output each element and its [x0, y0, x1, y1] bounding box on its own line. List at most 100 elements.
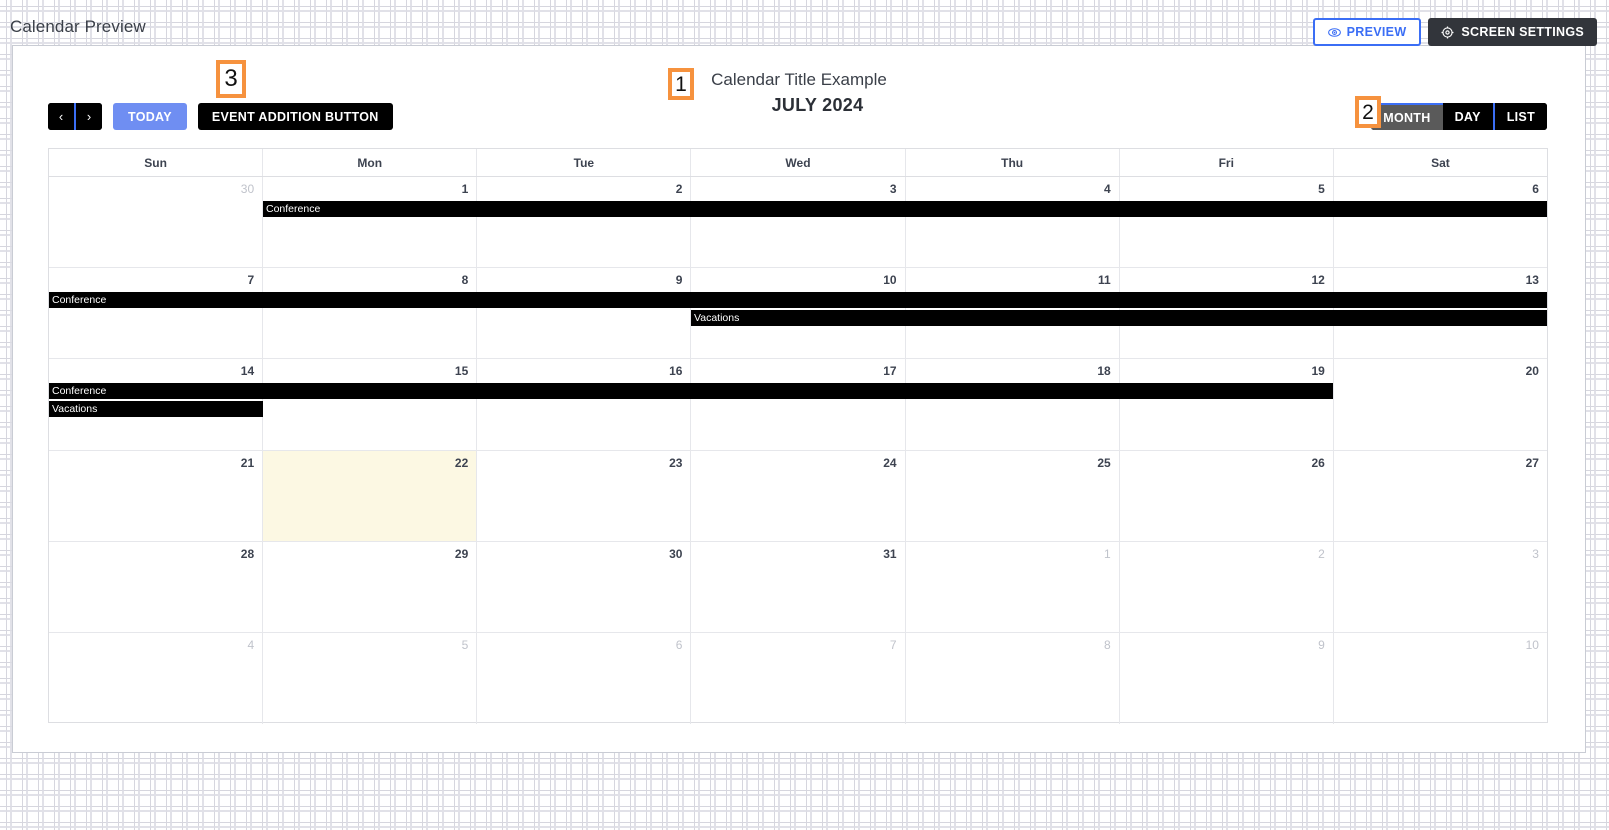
calendar-day-number: 26: [1311, 455, 1325, 470]
today-button-label: TODAY: [128, 109, 172, 124]
calendar-day-cell[interactable]: 22: [262, 450, 477, 541]
calendar-day-cell[interactable]: 3: [690, 177, 904, 268]
calendar-day-cell[interactable]: 24: [690, 450, 904, 541]
calendar-day-number: 5: [1318, 182, 1325, 196]
annotation-badge-2: 2: [1355, 96, 1381, 128]
calendar-day-number: 6: [675, 637, 683, 652]
calendar-day-cell[interactable]: 1: [904, 541, 1119, 632]
calendar-week-row: 7 8 9 10 11 12 13 Conference Vacations: [49, 268, 1547, 360]
calendar-day-cell[interactable]: 7: [49, 268, 262, 358]
calendar-day-number: 6: [1532, 182, 1539, 196]
chevron-right-icon: ›: [86, 109, 92, 124]
next-month-button[interactable]: ›: [76, 103, 102, 130]
calendar-day-cell[interactable]: 31: [690, 541, 904, 632]
today-button[interactable]: TODAY: [113, 103, 187, 130]
annotation-badge-3-label: 3: [224, 65, 238, 92]
calendar-day-cell[interactable]: 2: [1118, 541, 1333, 632]
calendar-day-cell[interactable]: 5: [1118, 177, 1333, 268]
calendar-day-cell[interactable]: 3: [1332, 541, 1547, 632]
calendar-day-cell[interactable]: 23: [476, 450, 690, 541]
calendar-day-cell[interactable]: 30: [476, 541, 690, 632]
calendar-preview-card: ‹ › TODAY EVENT ADDITION BUTTON Calendar…: [12, 45, 1586, 753]
calendar-day-number: 21: [240, 455, 255, 470]
screen-settings-button-label: SCREEN SETTINGS: [1461, 25, 1584, 39]
calendar-day-number: 18: [1097, 364, 1111, 379]
calendar-day-cell[interactable]: 29: [262, 541, 476, 632]
calendar-day-cell[interactable]: 16: [476, 359, 690, 450]
calendar-day-number: 30: [669, 546, 683, 561]
calendar-day-cell[interactable]: 18: [904, 359, 1119, 450]
calendar-day-number: 10: [1525, 637, 1539, 652]
calendar-toolbar-left: ‹ › TODAY EVENT ADDITION BUTTON: [48, 103, 393, 130]
calendar-day-cell[interactable]: 26: [1118, 450, 1333, 541]
calendar-toolbar-right: MONTH DAY LIST: [1371, 103, 1547, 130]
view-button-month[interactable]: MONTH: [1371, 103, 1443, 130]
annotation-badge-1-label: 1: [675, 72, 687, 96]
calendar-event[interactable]: Vacations: [691, 310, 1547, 327]
calendar-day-cell[interactable]: 8: [262, 268, 476, 359]
view-button-list[interactable]: LIST: [1494, 103, 1547, 130]
gear-icon: [1441, 25, 1454, 39]
calendar-day-number: 15: [454, 364, 469, 379]
calendar-day-number: 14: [240, 364, 255, 379]
calendar-event[interactable]: Vacations: [49, 401, 263, 418]
calendar-day-cell[interactable]: 19: [1118, 359, 1333, 450]
event-addition-button[interactable]: EVENT ADDITION BUTTON: [197, 103, 393, 130]
calendar-title: Calendar Title Example: [711, 70, 887, 89]
calendar-day-number: 31: [883, 546, 897, 561]
calendar-day-cell[interactable]: 4: [904, 177, 1119, 268]
screen-settings-button[interactable]: SCREEN SETTINGS: [1428, 18, 1597, 46]
calendar-day-cell[interactable]: 25: [904, 450, 1119, 541]
calendar-day-number: 4: [1104, 182, 1111, 196]
calendar-event[interactable]: Conference: [263, 201, 1547, 217]
calendar-day-cell[interactable]: 17: [690, 359, 904, 450]
calendar-day-cell[interactable]: 6: [1332, 177, 1547, 268]
calendar-day-number: 30: [240, 182, 255, 196]
calendar-event[interactable]: Conference: [49, 383, 1333, 400]
calendar-day-cell[interactable]: 9: [476, 268, 690, 359]
calendar-day-number: 27: [1525, 455, 1539, 470]
day-of-week-header: Thu: [904, 149, 1119, 176]
nav-button-group: ‹ ›: [48, 103, 102, 130]
view-button-day-label: DAY: [1454, 109, 1481, 124]
calendar-day-cell[interactable]: 21: [49, 451, 262, 541]
calendar-day-number: 12: [1311, 273, 1325, 288]
prev-month-button[interactable]: ‹: [48, 103, 74, 130]
calendar-day-number: 8: [1104, 637, 1111, 652]
calendar-day-cell[interactable]: 30: [49, 177, 262, 267]
calendar-day-cell[interactable]: 15: [262, 359, 476, 450]
calendar-day-number: 17: [883, 364, 897, 379]
calendar-day-cell[interactable]: 20: [1332, 359, 1547, 450]
calendar-grid: Sun Mon Tue Wed Thu Fri Sat 30 1 2 3 4 5 6 Conference…: [48, 148, 1548, 725]
day-of-week-header: Mon: [262, 149, 476, 176]
view-switcher: MONTH DAY LIST: [1371, 103, 1547, 130]
event-addition-button-label: EVENT ADDITION BUTTON: [211, 109, 379, 124]
calendar-day-cell[interactable]: 5: [262, 632, 476, 725]
calendar-week-row: 30 1 2 3 4 5 6 Conference: [49, 177, 1547, 269]
view-button-day[interactable]: DAY: [1442, 103, 1493, 130]
calendar-day-number: 1: [461, 182, 469, 196]
calendar-week-row: 14 15 16 17 18 19 20 Conference Vacations: [49, 359, 1547, 451]
calendar-day-cell[interactable]: 10: [1332, 632, 1547, 725]
calendar-day-number: 2: [675, 182, 683, 196]
preview-button[interactable]: PREVIEW: [1312, 18, 1422, 46]
calendar-day-cell[interactable]: 28: [49, 542, 262, 632]
calendar-day-number: 4: [247, 637, 255, 652]
calendar-day-number: 20: [1525, 364, 1539, 379]
calendar-day-number: 9: [675, 273, 683, 288]
page-title: Calendar Preview: [10, 17, 146, 36]
day-of-week-header: Wed: [690, 149, 904, 176]
calendar-day-number: 22: [454, 455, 469, 470]
calendar-day-cell[interactable]: 4: [49, 633, 262, 724]
calendar-day-cell[interactable]: 2: [476, 177, 690, 268]
calendar-day-cell[interactable]: 8: [904, 632, 1119, 725]
calendar-day-number: 5: [461, 637, 469, 652]
calendar-day-cell[interactable]: 7: [690, 632, 904, 725]
calendar-day-cell[interactable]: 1: [262, 177, 476, 268]
calendar-day-cell[interactable]: 9: [1118, 632, 1333, 725]
calendar-day-cell[interactable]: 6: [476, 632, 690, 725]
calendar-day-number: 29: [454, 546, 469, 561]
calendar-event[interactable]: Conference: [49, 292, 1547, 309]
calendar-day-cell[interactable]: 27: [1332, 450, 1547, 541]
chevron-left-icon: ‹: [58, 109, 64, 124]
